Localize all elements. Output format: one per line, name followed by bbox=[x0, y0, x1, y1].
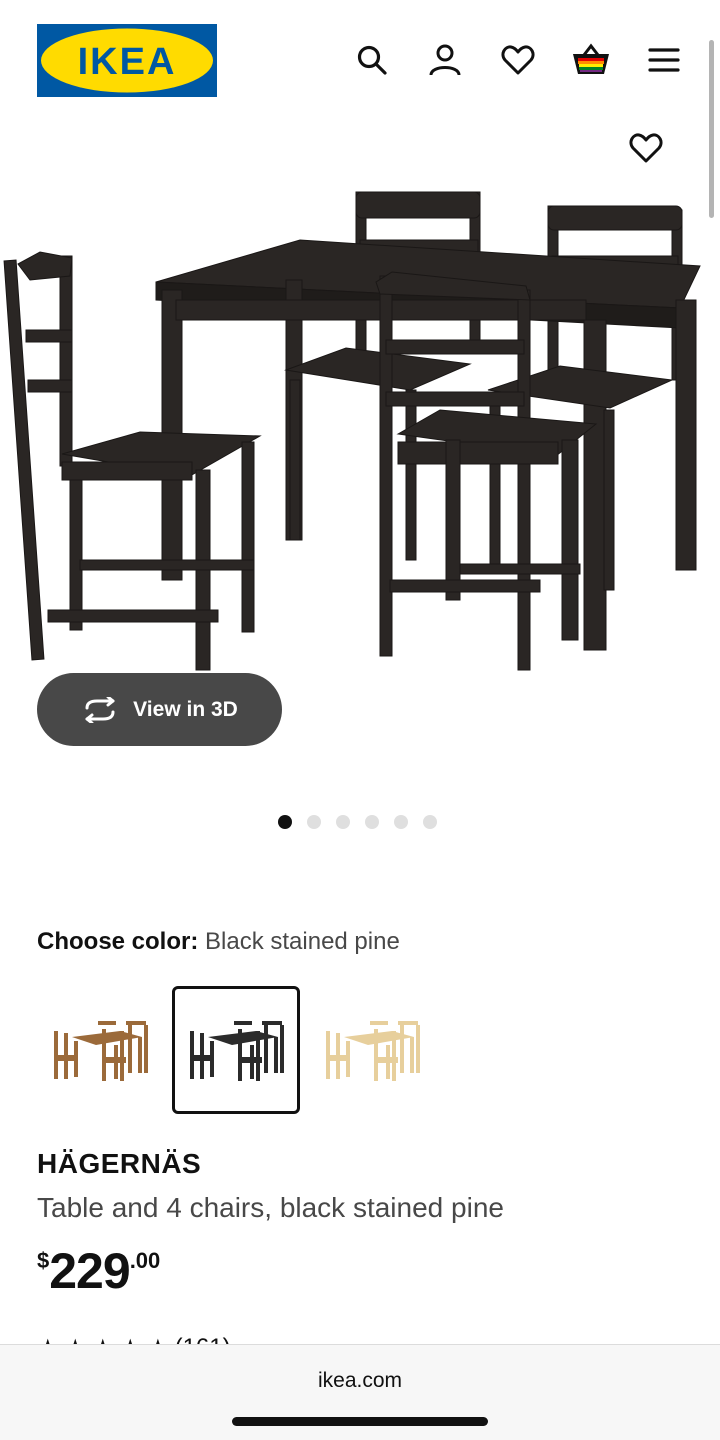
color-option-black[interactable] bbox=[172, 986, 300, 1114]
svg-text:IKEA: IKEA bbox=[78, 41, 177, 83]
price-decimal: .00 bbox=[129, 1248, 161, 1273]
menu-icon[interactable] bbox=[644, 40, 684, 80]
color-chooser-heading: Choose color: Black stained pine bbox=[37, 928, 400, 956]
carousel-dot[interactable] bbox=[307, 815, 321, 829]
view-in-3d-label: View in 3D bbox=[133, 697, 238, 721]
product-image[interactable] bbox=[0, 180, 720, 680]
price-whole: 229 bbox=[49, 1243, 130, 1299]
rotate-3d-icon bbox=[85, 696, 115, 723]
carousel-dot[interactable] bbox=[365, 815, 379, 829]
product-price: $ 229 .00 bbox=[37, 1240, 160, 1302]
color-option-natural[interactable] bbox=[308, 986, 436, 1114]
carousel-dots bbox=[278, 815, 437, 829]
account-icon[interactable] bbox=[425, 40, 465, 80]
address-bar-url[interactable]: ikea.com bbox=[0, 1369, 720, 1393]
carousel-dot[interactable] bbox=[336, 815, 350, 829]
ikea-logo[interactable]: IKEA bbox=[37, 24, 217, 97]
product-name: HÄGERNÄS bbox=[37, 1148, 202, 1179]
save-to-list-heart-icon[interactable] bbox=[624, 126, 668, 170]
color-chooser-label: Choose color: bbox=[37, 928, 199, 955]
product-description: Table and 4 chairs, black stained pine bbox=[37, 1192, 504, 1223]
view-in-3d-button[interactable]: View in 3D bbox=[37, 673, 282, 746]
carousel-dot[interactable] bbox=[423, 815, 437, 829]
product-page: IKEA View in 3D Choose color: Black stai… bbox=[0, 0, 720, 1440]
carousel-dot[interactable] bbox=[278, 815, 292, 829]
cart-icon[interactable] bbox=[571, 40, 611, 80]
home-indicator[interactable] bbox=[232, 1417, 488, 1426]
color-chooser-value: Black stained pine bbox=[205, 928, 400, 955]
carousel-dot[interactable] bbox=[394, 815, 408, 829]
heart-icon[interactable] bbox=[498, 40, 538, 80]
price-currency: $ bbox=[37, 1248, 50, 1273]
search-icon[interactable] bbox=[352, 40, 392, 80]
browser-bottom-bar: ikea.com bbox=[0, 1344, 720, 1440]
color-option-brown[interactable] bbox=[36, 986, 164, 1114]
